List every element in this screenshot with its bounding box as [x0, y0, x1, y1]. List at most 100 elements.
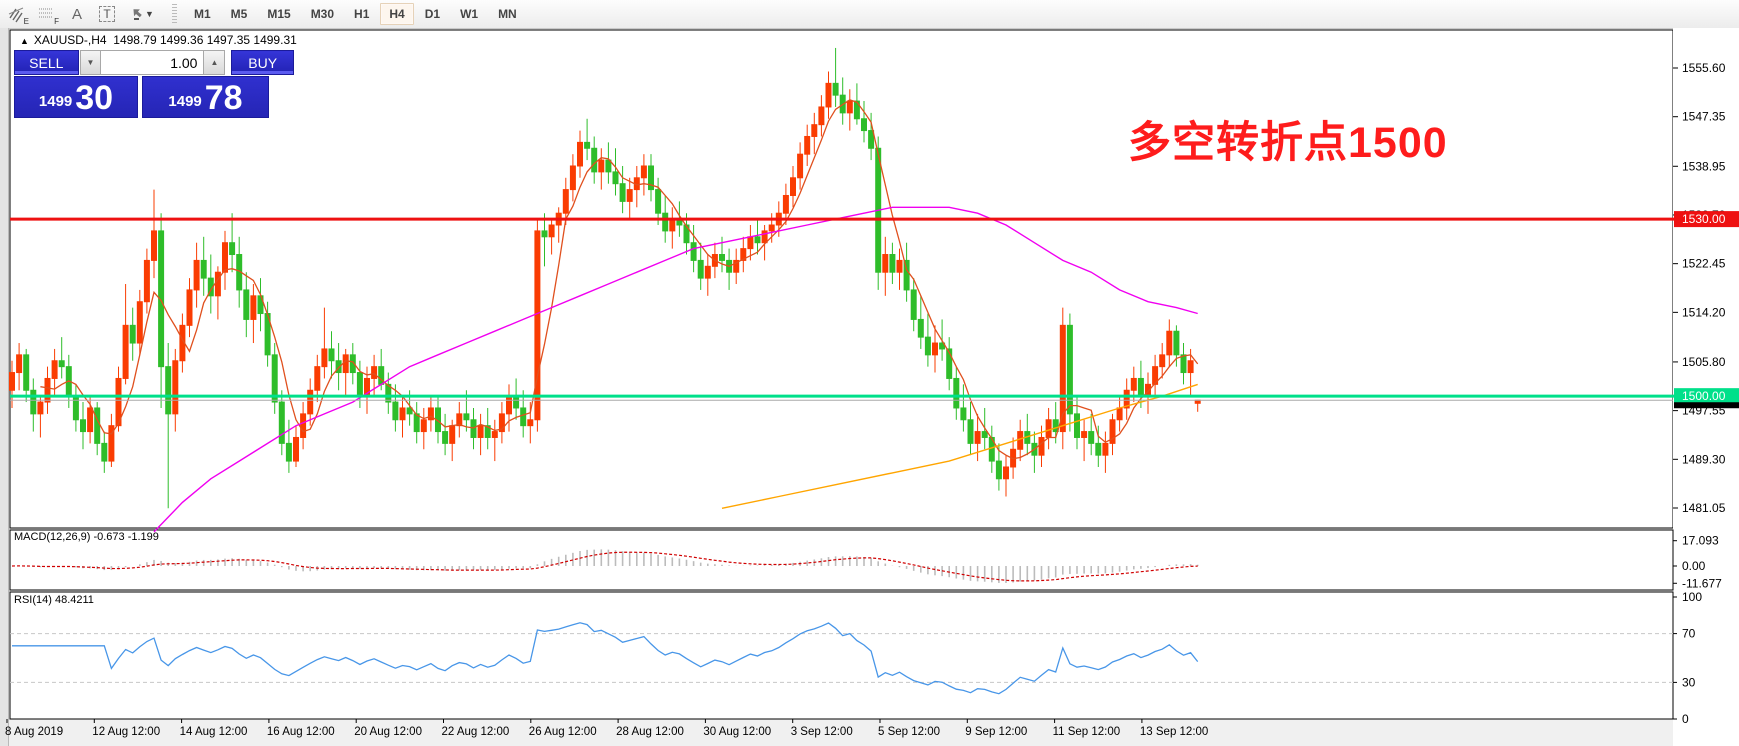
candle-body [144, 260, 149, 301]
candle-body [10, 373, 15, 391]
current-price-marker [1674, 402, 1739, 408]
candle-body [1046, 420, 1051, 438]
candle-body [464, 414, 469, 420]
candle-body [755, 237, 760, 243]
buy-button[interactable]: BUY [231, 50, 294, 75]
candle-body [31, 390, 36, 414]
candle-body [975, 432, 980, 444]
sell-price-big: 30 [75, 81, 113, 115]
candle-body [748, 237, 753, 249]
candle-body [968, 420, 973, 444]
volume-decrease-button[interactable]: ▼ [80, 50, 102, 75]
candle-body [123, 325, 128, 378]
candle-body [52, 361, 57, 379]
candle-body [294, 437, 299, 461]
time-tick-label: 26 Aug 12:00 [529, 726, 597, 738]
candle-body [59, 361, 64, 367]
price-tick-label: 1489.30 [1682, 452, 1726, 466]
candle-body [88, 408, 93, 432]
candle-body [670, 219, 675, 231]
mt4-window: { "toolbar": { "tools": [ {"name": "indi… [0, 0, 1739, 746]
volume-increase-button[interactable]: ▲ [203, 50, 225, 75]
rsi-scale-label: 70 [1682, 627, 1696, 641]
time-tick-label: 30 Aug 12:00 [703, 726, 771, 738]
timeframe-button-m1[interactable]: M1 [185, 3, 220, 25]
candle-body [847, 101, 852, 113]
candle-body [45, 378, 50, 402]
candle-body [812, 125, 817, 137]
candle-body [450, 426, 455, 444]
timeframe-button-h4[interactable]: H4 [380, 3, 413, 25]
timeframe-button-w1[interactable]: W1 [451, 3, 487, 25]
timeframe-button-m30[interactable]: M30 [302, 3, 343, 25]
collapse-arrow-icon[interactable]: ▲ [20, 36, 29, 46]
candle-body [869, 131, 874, 149]
candle-body [1103, 443, 1108, 455]
rsi-scale-label: 0 [1682, 712, 1689, 726]
timeframe-button-h1[interactable]: H1 [345, 3, 378, 25]
candle-body [1089, 432, 1094, 444]
candle-body [819, 107, 824, 125]
time-tick-label: 5 Sep 12:00 [878, 726, 940, 738]
candle-body [563, 190, 568, 214]
candle-body [1188, 361, 1193, 373]
time-tick-label: 9 Sep 12:00 [965, 726, 1027, 738]
sell-quote[interactable]: 1499 30 [14, 76, 138, 118]
rsi-label: RSI(14) 48.4211 [14, 594, 94, 606]
candle-body [24, 355, 29, 390]
text-label-icon[interactable]: A [64, 2, 90, 26]
rsi-plot[interactable] [10, 592, 1673, 719]
candle-body [982, 432, 987, 438]
timeframe-button-d1[interactable]: D1 [416, 3, 449, 25]
candle-body [38, 402, 43, 414]
indicators-icon[interactable]: E [4, 2, 30, 26]
candle-body [1167, 331, 1172, 355]
candle-body [152, 231, 157, 261]
sell-button[interactable]: SELL [14, 50, 79, 75]
grid-icon[interactable]: F [34, 2, 60, 26]
candle-body [421, 420, 426, 432]
candle-body [528, 420, 533, 426]
sell-price-small: 1499 [39, 89, 72, 115]
candle-body [691, 243, 696, 261]
toolbar-grip[interactable] [172, 4, 177, 24]
cursor-tool-icon[interactable]: ▼ [124, 2, 158, 26]
timeframe-button-m5[interactable]: M5 [222, 3, 257, 25]
candle-body [1181, 355, 1186, 373]
candle-body [301, 414, 306, 438]
arrow-down-icon: ▼ [87, 58, 95, 67]
timeframe-button-mn[interactable]: MN [489, 3, 526, 25]
candle-body [996, 461, 1001, 479]
candle-body [478, 426, 483, 438]
candle-body [1174, 331, 1179, 355]
candle-body [223, 243, 228, 273]
time-tick-label: 28 Aug 12:00 [616, 726, 684, 738]
chart-canvas[interactable]: 1555.601547.351538.951530.701522.451514.… [0, 28, 1739, 746]
one-click-trading-panel: SELL ▼ ▲ BUY 1499 30 1499 78 [14, 50, 294, 118]
candle-body [791, 178, 796, 196]
text-box-icon[interactable]: T [94, 2, 120, 26]
candle-body [279, 402, 284, 443]
candle-body [1160, 355, 1165, 367]
candle-body [570, 166, 575, 190]
time-tick-label: 14 Aug 12:00 [180, 726, 248, 738]
volume-input[interactable] [101, 50, 203, 75]
time-tick-label: 13 Sep 12:00 [1140, 726, 1208, 738]
candle-body [443, 432, 448, 444]
candle-body [492, 432, 497, 438]
time-tick-label: 16 Aug 12:00 [267, 726, 335, 738]
candle-body [343, 355, 348, 373]
candle-body [663, 213, 668, 231]
candle-body [329, 349, 334, 361]
candle-body [641, 166, 646, 178]
candle-body [215, 272, 220, 296]
buy-price-small: 1499 [168, 89, 201, 115]
candle-body [1117, 408, 1122, 420]
timeframe-button-m15[interactable]: M15 [258, 3, 299, 25]
candle-body [507, 396, 512, 414]
time-tick-label: 11 Sep 12:00 [1053, 726, 1121, 738]
price-tick-label: 1555.60 [1682, 61, 1726, 75]
candle-body [911, 290, 916, 320]
candle-body [535, 231, 540, 420]
buy-quote[interactable]: 1499 78 [142, 76, 269, 118]
